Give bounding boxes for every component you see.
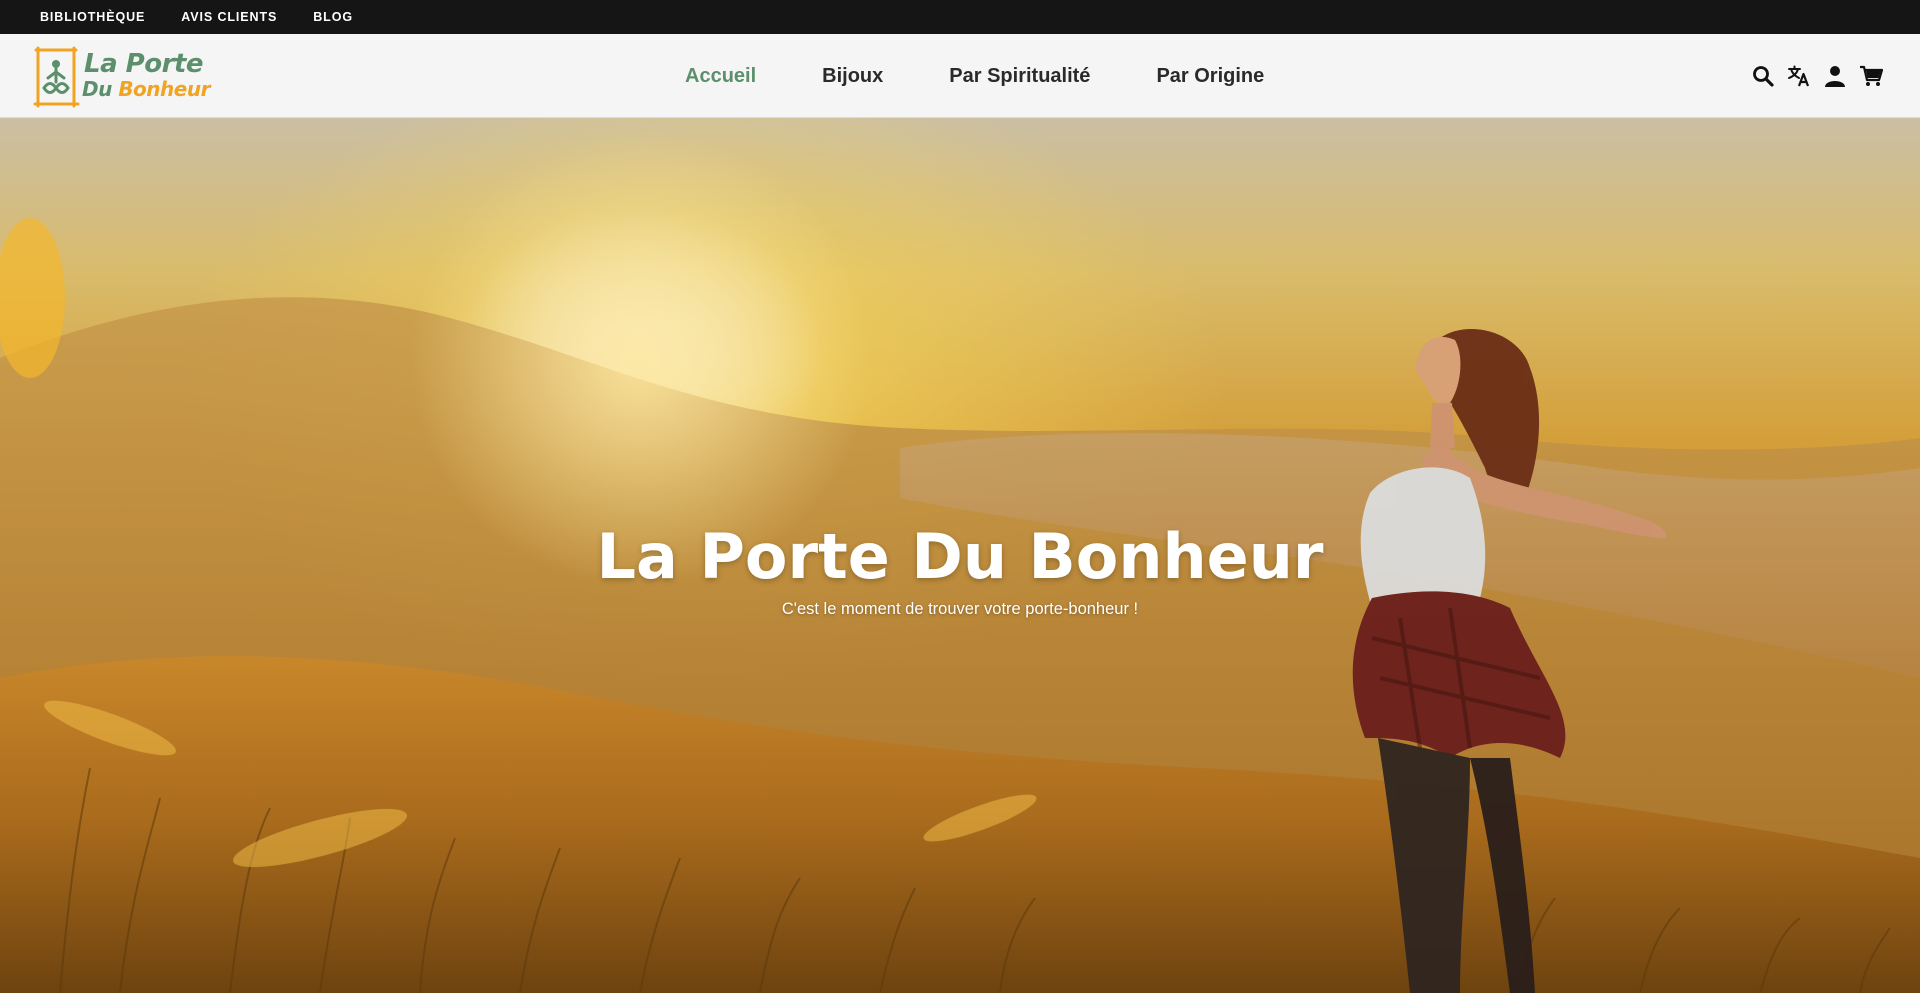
header-icons	[1740, 34, 1884, 118]
nav-item-bijoux[interactable]: Bijoux	[822, 65, 883, 88]
search-icon[interactable]	[1750, 63, 1776, 89]
nav-item-par-origine[interactable]: Par Origine	[1156, 65, 1264, 88]
top-bar: BIBLIOTHÈQUE AVIS CLIENTS BLOG	[0, 0, 1920, 34]
nav-item-par-spiritualite[interactable]: Par Spiritualité	[949, 65, 1090, 88]
translate-icon[interactable]	[1786, 63, 1812, 89]
logo-emblem-icon	[33, 46, 80, 108]
topbar-link-bibliotheque[interactable]: BIBLIOTHÈQUE	[40, 10, 145, 24]
logo-text-du: Du	[82, 77, 112, 101]
logo-text-du-bonheur: Du Bonheur	[82, 77, 210, 101]
hero-banner: La Porte Du Bonheur C'est le moment de t…	[0, 118, 1920, 993]
logo-text-la-porte: La Porte	[84, 49, 203, 79]
topbar-link-blog[interactable]: BLOG	[313, 10, 353, 24]
cart-icon[interactable]	[1858, 63, 1884, 89]
site-logo[interactable]: La Porte Du Bonheur	[32, 44, 210, 108]
nav-item-accueil[interactable]: Accueil	[685, 65, 756, 88]
account-icon[interactable]	[1822, 63, 1848, 89]
logo-text-bonheur: Bonheur	[118, 77, 210, 101]
main-nav: Accueil Bijoux Par Spiritualité Par Orig…	[685, 34, 1330, 118]
hero-title: La Porte Du Bonheur	[596, 520, 1324, 593]
topbar-link-avis-clients[interactable]: AVIS CLIENTS	[181, 10, 277, 24]
hero-subtitle: C'est le moment de trouver votre porte-b…	[781, 600, 1139, 618]
site-header: La Porte Du Bonheur Accueil Bijoux Par S…	[0, 34, 1920, 118]
